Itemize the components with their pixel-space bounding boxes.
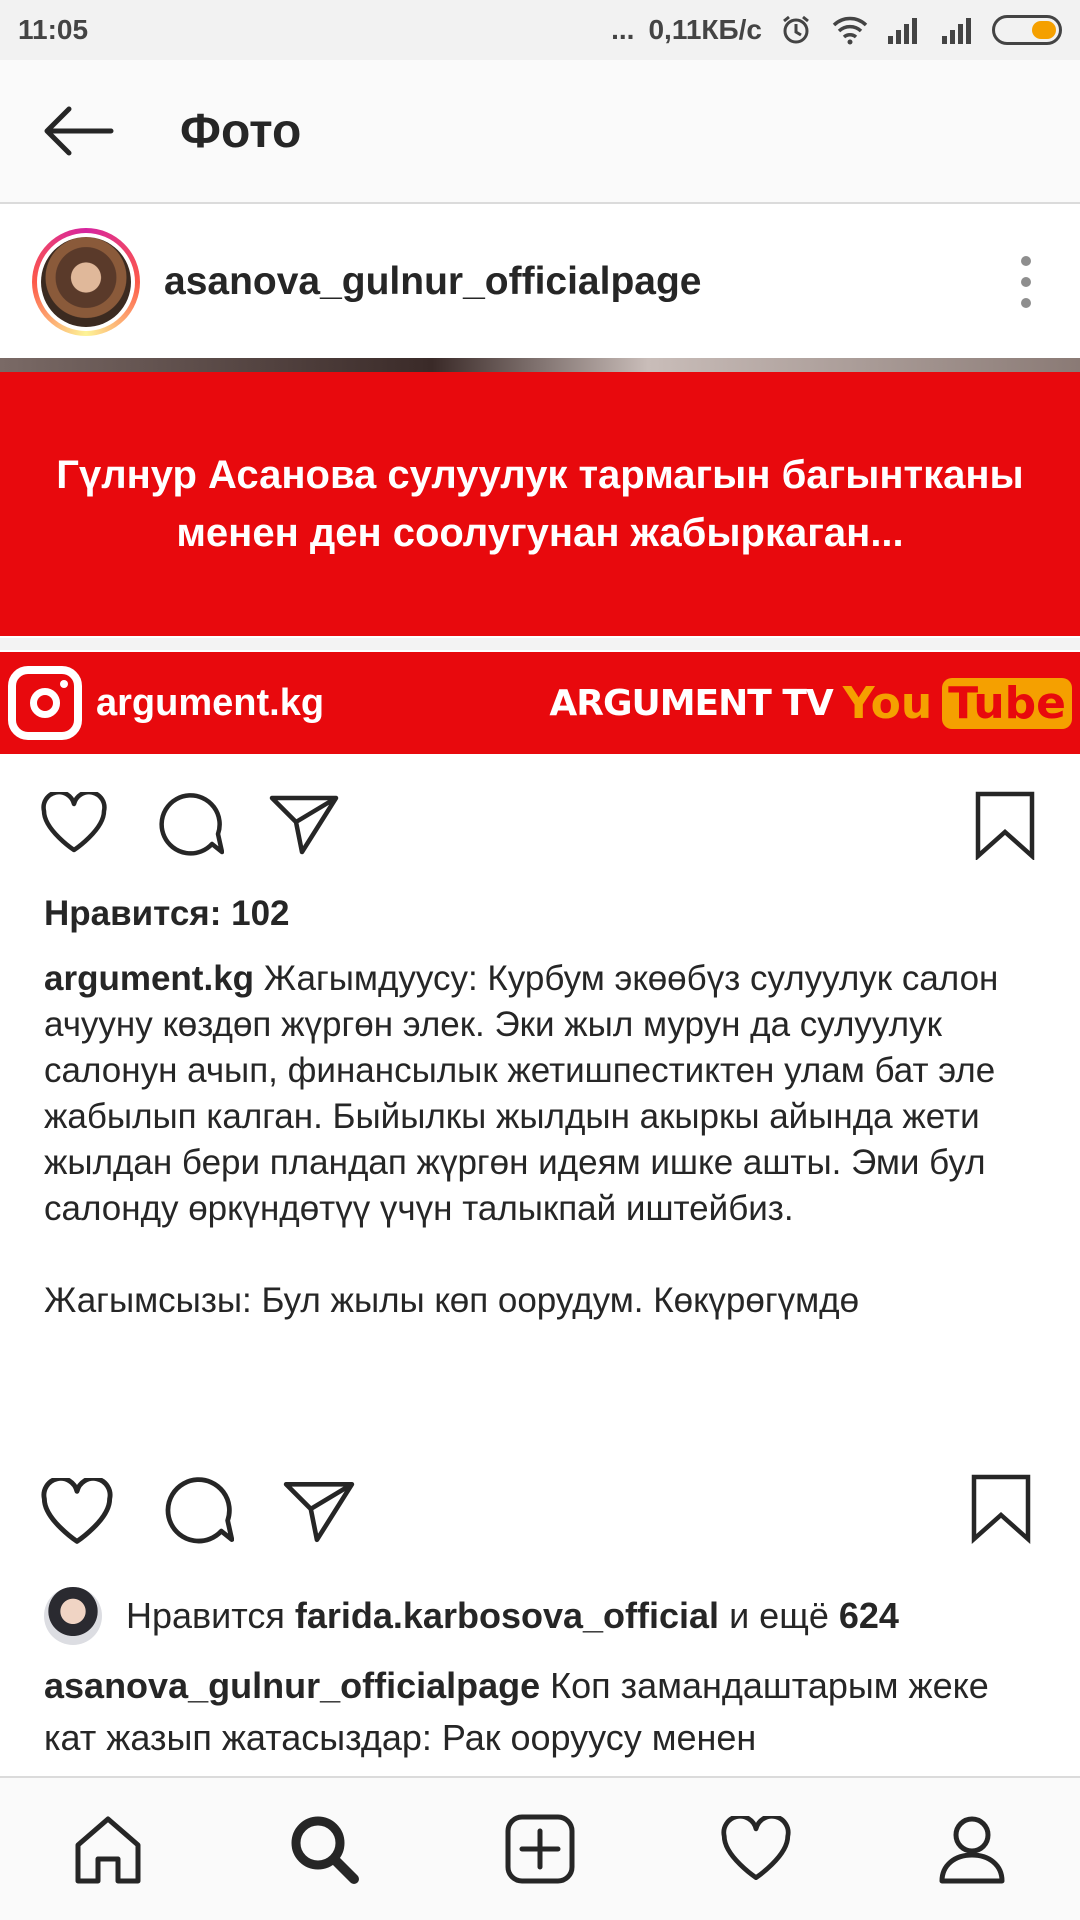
post-username[interactable]: asanova_gulnur_officialpage [164,260,702,304]
status-dots: ... [611,14,635,45]
avatar-photo [41,237,131,327]
youtube-logo-tube: Tube [942,677,1072,729]
caption-text: Жагымдуусу: Курбум экөөбүз сулуулук сало… [44,959,999,1228]
image-brand-bar: argument.kg ARGUMENT TV You Tube [0,652,1080,754]
like-heart-icon[interactable] [40,792,108,854]
activity-heart-icon [721,1816,791,1880]
image-brand-handle: argument.kg [96,681,325,724]
post-caption-2: asanova_gulnur_officialpage Коп замандаш… [44,1660,1044,1776]
bookmark-icon[interactable] [970,1472,1032,1544]
image-headline-block: Гүлнур Асанова сулуулук тармагын багынтк… [0,372,1080,636]
liked-by-row[interactable]: Нравится farida.karbosova_official и ещё… [44,1586,899,1646]
search-icon [291,1816,359,1884]
caption-username[interactable]: argument.kg [44,959,254,998]
profile-icon [939,1816,1005,1884]
share-icon[interactable] [282,1478,356,1544]
caption-username-2[interactable]: asanova_gulnur_officialpage [44,1665,540,1706]
liked-mid: и ещё [729,1595,829,1636]
image-brand-tv: ARGUMENT TV [549,682,833,724]
share-icon[interactable] [268,792,340,856]
more-options-button[interactable] [1016,256,1036,308]
battery-icon [992,15,1062,45]
post-actions [0,780,1080,890]
network-speed: 0,11КБ/с [648,14,762,45]
image-headline-line: Гүлнур Асанова сулуулук тармагын багынтк… [56,453,1024,497]
signal-icon [938,14,978,46]
liked-by-avatar [44,1587,102,1645]
likes-count[interactable]: Нравится: 102 [44,894,290,934]
like-heart-icon[interactable] [40,1478,114,1546]
add-post-icon [505,1814,575,1884]
post-caption: argument.kg Жагымдуусу: Курбум экөөбүз с… [44,956,1044,1438]
home-icon [75,1816,141,1884]
status-time: 11:05 [18,14,89,45]
nav-activity[interactable] [696,1789,816,1909]
page-title: Фото [180,104,302,158]
nav-new-post[interactable] [480,1789,600,1909]
youtube-logo-you: You [842,677,933,729]
bottom-navigation [0,1776,1080,1920]
image-headline-line: менен ден соолугунан жабыркаган... [176,511,904,555]
comment-icon[interactable] [156,792,224,858]
top-app-bar: Фото [0,60,1080,204]
bookmark-icon[interactable] [974,790,1036,860]
status-bar: 11:05 ... 0,11КБ/с [0,0,1080,60]
post-header: asanova_gulnur_officialpage [0,206,1080,358]
alarm-icon [776,14,816,46]
liked-count[interactable]: 624 [839,1595,899,1637]
nav-home[interactable] [48,1789,168,1909]
image-photo-strip [0,358,1080,372]
back-button[interactable] [22,76,132,186]
status-icons: ... 0,11КБ/с [611,14,1062,46]
liked-prefix: Нравится [126,1595,285,1636]
liked-by-user[interactable]: farida.karbosova_official [295,1595,719,1637]
caption-text-2: Жагымсызы: Бул жылы көп оорудум. Көкүрөг… [44,1281,860,1320]
more-vertical-icon [1021,256,1031,266]
instagram-logo-icon [8,666,82,740]
comment-icon[interactable] [162,1476,234,1546]
post-actions-2 [0,1468,1080,1578]
arrow-left-icon [44,106,114,156]
avatar[interactable] [32,228,140,336]
nav-profile[interactable] [912,1789,1032,1909]
wifi-icon [830,14,870,46]
signal-icon [884,14,924,46]
nav-search[interactable] [264,1789,384,1909]
image-divider [0,638,1080,650]
post-image[interactable]: Гүлнур Асанова сулуулук тармагын багынтк… [0,358,1080,754]
